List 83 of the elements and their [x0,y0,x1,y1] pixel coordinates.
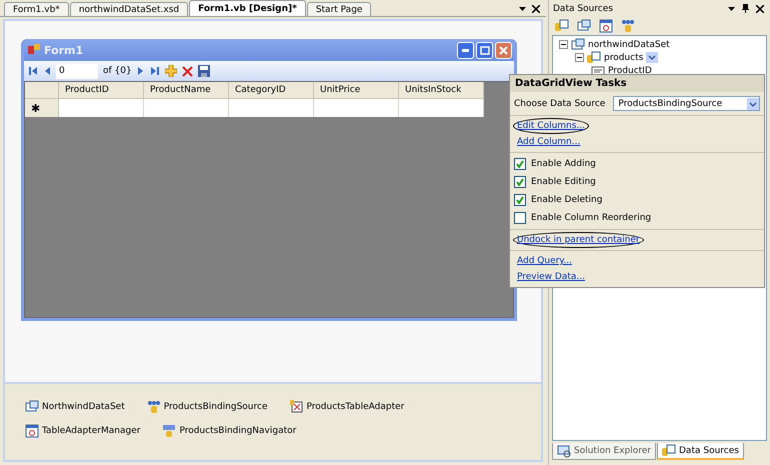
grid-cell[interactable] [144,99,229,117]
document-tab[interactable]: Form1.vb* [4,2,69,16]
tree-item[interactable]: ProductID [608,66,652,76]
checkbox-label: Enable Editing [531,177,596,187]
corner-header [25,82,59,99]
checkbox-label: Enable Deleting [531,195,602,205]
position-field[interactable]: 0 [56,64,98,78]
dropdown-icon[interactable] [728,6,735,10]
component-label[interactable]: TableAdapterManager [42,426,140,436]
previous-icon[interactable] [43,66,51,76]
minimize-button[interactable] [457,42,474,58]
component-icon [290,400,304,414]
checkbox[interactable] [514,158,526,170]
close-icon [499,46,508,54]
record-count: of {0} [103,66,132,76]
grid-cell[interactable] [229,99,314,117]
collapse-icon[interactable] [575,53,584,62]
column-header[interactable]: CategoryID [229,82,314,99]
maximize-icon [480,46,490,54]
first-record-icon[interactable] [28,66,38,76]
dropdown-icon [747,98,759,110]
task-link[interactable]: Undock in parent container [513,232,644,248]
table-icon [587,50,601,64]
add-icon[interactable] [164,65,177,77]
check-icon [516,196,524,204]
save-icon[interactable] [198,65,210,77]
close-icon[interactable] [532,5,540,13]
grid-cell[interactable] [59,99,144,117]
maximize-button[interactable] [476,42,493,58]
window-title: Form1 [44,44,84,56]
field-label: Choose Data Source [514,98,606,108]
last-record-icon[interactable] [150,66,160,76]
column-header[interactable]: UnitPrice [314,82,399,99]
component-label[interactable]: ProductsBindingSource [164,402,268,412]
dropdown-icon[interactable] [519,7,526,11]
checkbox-label: Enable Column Reordering [531,213,652,223]
new-row-marker: ✱ [25,99,59,117]
dataset-icon [577,19,591,33]
checkbox-label: Enable Adding [531,159,596,169]
minimize-icon [462,48,469,52]
check-icon [516,178,524,186]
dataset-icon [571,38,585,52]
component-label[interactable]: NorthwindDataSet [42,402,125,412]
task-link[interactable]: Preview Data... [513,269,589,285]
database-icon [662,444,676,458]
dropdown-icon[interactable] [646,52,658,63]
grid-cell[interactable] [399,99,484,117]
checkbox[interactable] [514,176,526,188]
form-icon [28,44,40,56]
task-link[interactable]: Edit Columns... [513,118,590,134]
explorer-icon [557,444,571,458]
document-tab[interactable]: Form1.vb [Design]* [189,0,306,16]
component-icon [25,424,39,438]
pin-icon[interactable] [742,4,749,13]
document-tab[interactable]: Start Page [306,2,372,16]
component-icon [146,400,161,414]
task-link[interactable]: Add Column... [513,134,584,150]
column-header[interactable]: UnitsInStock [399,82,484,99]
panel-tab[interactable]: Data Sources [657,443,744,460]
database-icon [555,19,569,33]
component-icon [162,424,176,438]
next-icon[interactable] [136,66,145,76]
close-button[interactable] [495,42,512,58]
panel-title: DataGridView Tasks [510,75,764,92]
task-link[interactable]: Add Query... [513,253,576,269]
checkbox[interactable] [514,194,526,206]
column-header[interactable]: ProductName [144,82,229,99]
tree-item[interactable]: products [604,52,644,62]
panel-tab[interactable]: Solution Explorer [552,443,656,460]
checkbox[interactable] [514,212,526,224]
component-icon [25,400,39,414]
close-icon[interactable] [756,4,764,12]
check-icon [516,160,524,168]
delete-icon[interactable] [182,66,193,76]
component-label[interactable]: ProductsBindingNavigator [179,426,296,436]
data-source-dropdown[interactable]: ProductsBindingSource [613,96,760,111]
grid-cell[interactable] [314,99,399,117]
tree-item[interactable]: northwindDataSet [588,40,670,50]
column-header[interactable]: ProductID [59,82,144,99]
component-label[interactable]: ProductsTableAdapter [306,402,404,412]
document-tab[interactable]: northwindDataSet.xsd [70,2,188,16]
collapse-icon[interactable] [559,40,568,49]
panel-title: Data Sources [553,4,613,14]
